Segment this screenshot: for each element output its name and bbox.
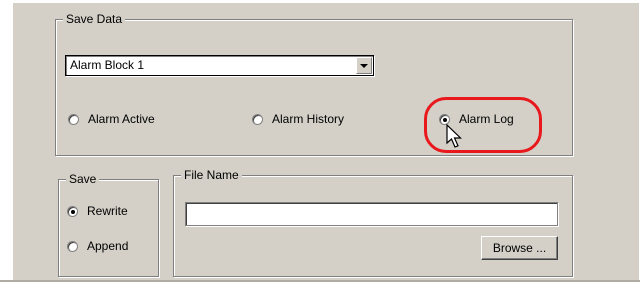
radio-rewrite[interactable]: Rewrite: [67, 203, 128, 219]
radio-append[interactable]: Append: [67, 238, 128, 254]
file-name-group: File Name: [173, 168, 573, 277]
radio-append-label: Append: [87, 239, 129, 253]
save-data-legend: Save Data: [63, 12, 126, 26]
radio-rewrite-label: Rewrite: [87, 204, 128, 218]
browse-button[interactable]: Browse ...: [481, 236, 558, 260]
radio-dot[interactable]: [67, 240, 78, 252]
file-name-legend: File Name: [181, 168, 242, 182]
mouse-pointer-icon: [446, 124, 462, 148]
save-legend: Save: [66, 172, 100, 186]
radio-dot-selected[interactable]: [67, 205, 78, 217]
alarm-block-select[interactable]: Alarm Block 1: [65, 55, 374, 76]
panel-bottom-shadow: [0, 280, 640, 282]
radio-dot[interactable]: [252, 113, 263, 125]
file-name-input[interactable]: [185, 202, 558, 226]
alarm-block-value: Alarm Block 1: [70, 58, 145, 72]
radio-alarm-history-label: Alarm History: [272, 112, 345, 126]
radio-alarm-active[interactable]: Alarm Active: [68, 111, 155, 127]
chevron-down-icon[interactable]: [356, 57, 372, 74]
radio-dot[interactable]: [68, 113, 79, 125]
highlight-circle: [424, 97, 542, 153]
save-group: Save: [58, 172, 159, 277]
radio-alarm-active-label: Alarm Active: [88, 112, 155, 126]
radio-alarm-history[interactable]: Alarm History: [252, 111, 344, 127]
